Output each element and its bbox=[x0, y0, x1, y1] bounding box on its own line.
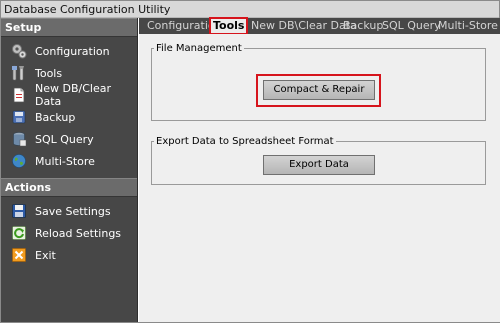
setup-group: Configuration Tools New DB/Clear Data Ba… bbox=[1, 37, 137, 178]
sidebar-item-label: Multi-Store bbox=[35, 154, 95, 168]
sidebar-item-label: Exit bbox=[35, 248, 56, 262]
window-title: Database Configuration Utility bbox=[1, 1, 499, 18]
export-legend: Export Data to Spreadsheet Format bbox=[156, 136, 334, 147]
sidebar-section-actions: Actions bbox=[1, 178, 137, 197]
sidebar-item-reload-settings[interactable]: Reload Settings bbox=[1, 222, 137, 244]
backup-icon bbox=[12, 110, 26, 124]
sidebar-item-label: New DB/Clear Data bbox=[35, 82, 111, 108]
sidebar-item-backup[interactable]: Backup bbox=[1, 106, 137, 128]
sidebar-section-setup: Setup bbox=[1, 18, 137, 37]
tab-tools[interactable]: Tools bbox=[209, 17, 249, 35]
document-icon bbox=[13, 87, 25, 103]
sidebar-item-tools[interactable]: Tools bbox=[1, 62, 137, 84]
sidebar-item-label: SQL Query bbox=[35, 132, 94, 146]
sidebar-item-label: Tools bbox=[35, 66, 63, 80]
export-data-button[interactable]: Export Data bbox=[263, 155, 375, 175]
tools-icon bbox=[12, 65, 24, 81]
sidebar-item-new-db[interactable]: New DB/Clear Data bbox=[1, 82, 137, 108]
sidebar-item-label: Save Settings bbox=[35, 204, 111, 218]
file-management-legend: File Management bbox=[156, 43, 242, 54]
tools-panel: File Management Compact & Repair Export … bbox=[139, 34, 500, 322]
reload-icon bbox=[12, 226, 26, 240]
tab-multi-store[interactable]: Multi-Store bbox=[434, 18, 498, 34]
compact-repair-button[interactable]: Compact & Repair bbox=[263, 80, 375, 100]
sidebar-item-label: Backup bbox=[35, 110, 76, 124]
app-window: Database Configuration Utility Setup Con… bbox=[0, 0, 500, 323]
gears-icon bbox=[12, 44, 27, 59]
globe-icon bbox=[12, 154, 26, 168]
database-icon bbox=[13, 132, 27, 147]
actions-group: Save Settings Reload Settings Exit bbox=[1, 197, 137, 272]
sidebar-item-save-settings[interactable]: Save Settings bbox=[1, 200, 137, 222]
save-icon bbox=[12, 204, 26, 218]
sidebar-item-label: Configuration bbox=[35, 44, 110, 58]
tab-sql-query[interactable]: SQL Query bbox=[378, 18, 441, 34]
sidebar-item-multi-store[interactable]: Multi-Store bbox=[1, 150, 137, 172]
tab-backup[interactable]: Backup bbox=[339, 18, 383, 34]
sidebar: Setup Configuration Tools New DB/Clear D… bbox=[1, 18, 138, 322]
sidebar-item-configuration[interactable]: Configuration bbox=[1, 40, 137, 62]
exit-icon bbox=[12, 248, 26, 262]
sidebar-item-exit[interactable]: Exit bbox=[1, 244, 137, 266]
sidebar-item-label: Reload Settings bbox=[35, 226, 122, 240]
tab-bar: Configuration Tools New DB\Clear Data Ba… bbox=[139, 17, 500, 35]
sidebar-item-sql-query[interactable]: SQL Query bbox=[1, 128, 137, 150]
